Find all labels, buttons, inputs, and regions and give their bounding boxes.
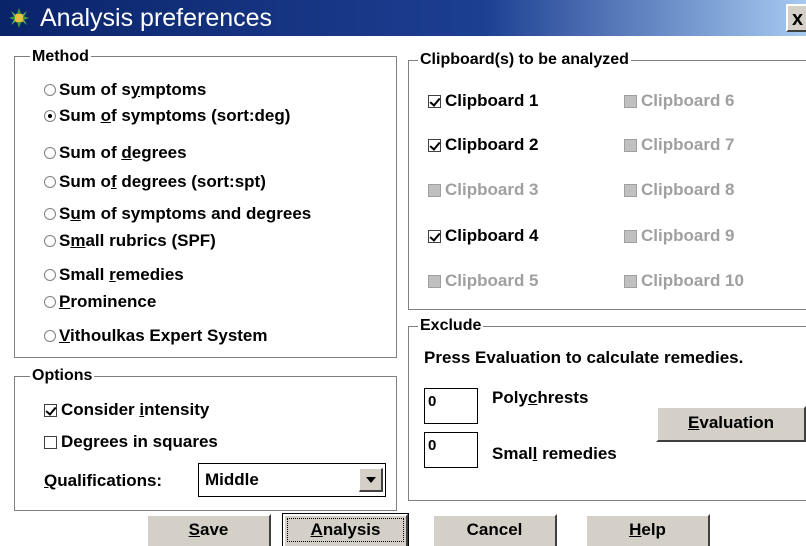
method-option-label: Sum of symptoms (sort:deg) — [59, 106, 291, 125]
method-option-label: Sum of degrees — [59, 143, 187, 162]
checkbox-box[interactable] — [624, 229, 637, 243]
clipboard-checkbox[interactable]: Clipboard 6 — [624, 91, 735, 111]
consider-intensity-checkbox[interactable]: Consider intensity — [44, 400, 209, 420]
qualifications-value: Middle — [205, 470, 259, 489]
method-option[interactable]: Prominence — [44, 292, 156, 312]
clipboard-label: Clipboard 9 — [641, 226, 735, 245]
clipboard-checkbox[interactable]: Clipboard 9 — [624, 226, 735, 246]
small-remedies-field[interactable]: 0 — [424, 432, 478, 468]
options-legend: Options — [30, 367, 95, 385]
consider-intensity-label: Consider intensity — [61, 400, 210, 419]
clipboards-legend: Clipboard(s) to be analyzed — [418, 51, 631, 69]
degrees-in-squares-checkbox[interactable]: Degrees in squares — [44, 432, 218, 452]
checkbox-box[interactable] — [624, 94, 637, 108]
clipboard-label: Clipboard 10 — [641, 271, 744, 290]
method-option-label: Sum of symptoms — [59, 80, 207, 99]
method-option[interactable]: Sum of symptoms (sort:deg) — [44, 106, 290, 126]
method-option[interactable]: Sum of symptoms — [44, 80, 206, 100]
clipboard-label: Clipboard 2 — [445, 135, 539, 154]
radio-button[interactable] — [44, 235, 56, 247]
clipboard-checkbox[interactable]: Clipboard 2 — [428, 135, 539, 155]
checkbox-box[interactable] — [428, 274, 441, 288]
clipboard-label: Clipboard 6 — [641, 91, 735, 110]
method-option[interactable]: Small rubrics (SPF) — [44, 231, 216, 251]
close-button[interactable]: x — [786, 4, 806, 32]
radio-button[interactable] — [44, 84, 56, 96]
radio-button[interactable] — [44, 330, 56, 342]
exclude-legend: Exclude — [418, 317, 484, 335]
radio-button[interactable] — [44, 176, 56, 188]
radio-button[interactable] — [44, 296, 56, 308]
method-option-label: Small rubrics (SPF) — [59, 231, 216, 250]
method-option-label: Sum of degrees (sort:spt) — [59, 172, 266, 191]
analysis-preferences-dialog: Analysis preferences x Method Sum of sym… — [0, 0, 806, 546]
save-button[interactable]: Save — [146, 514, 271, 546]
clipboard-checkbox[interactable]: Clipboard 3 — [428, 180, 539, 200]
checkbox-box[interactable] — [44, 403, 57, 417]
checkbox-box[interactable] — [428, 138, 441, 152]
qualifications-select[interactable]: Middle — [198, 463, 386, 497]
clipboard-label: Clipboard 3 — [445, 180, 539, 199]
radio-button[interactable] — [44, 208, 56, 220]
polychrests-field[interactable]: 0 — [424, 388, 478, 424]
app-icon — [9, 8, 29, 28]
method-option[interactable]: Small remedies — [44, 265, 184, 285]
method-option-label: Small remedies — [59, 265, 184, 284]
clipboard-checkbox[interactable]: Clipboard 10 — [624, 271, 744, 291]
clipboard-checkbox[interactable]: Clipboard 1 — [428, 91, 539, 111]
clipboard-checkbox[interactable]: Clipboard 7 — [624, 135, 735, 155]
checkbox-box[interactable] — [624, 183, 637, 197]
close-icon: x — [792, 8, 804, 30]
chevron-down-icon[interactable] — [359, 468, 383, 492]
qualifications-label: Qualifications: — [44, 471, 163, 490]
help-button[interactable]: Help — [585, 514, 710, 546]
polychrests-label: Polychrests — [492, 388, 589, 407]
exclude-instruction: Press Evaluation to calculate remedies. — [424, 348, 744, 367]
analysis-button[interactable]: Analysis — [282, 513, 409, 546]
clipboard-checkbox[interactable]: Clipboard 8 — [624, 180, 735, 200]
checkbox-box[interactable] — [44, 435, 57, 449]
method-option[interactable]: Sum of degrees — [44, 143, 187, 163]
checkbox-box[interactable] — [428, 183, 441, 197]
clipboard-label: Clipboard 5 — [445, 271, 539, 290]
method-option[interactable]: Sum of degrees (sort:spt) — [44, 172, 266, 192]
clipboard-checkbox[interactable]: Clipboard 4 — [428, 226, 539, 246]
method-option-label: Vithoulkas Expert System — [59, 326, 268, 345]
cancel-button[interactable]: Cancel — [432, 514, 557, 546]
small-remedies-label: Small remedies — [492, 444, 617, 463]
clipboard-checkbox[interactable]: Clipboard 5 — [428, 271, 539, 291]
evaluation-button[interactable]: Evaluation — [656, 406, 806, 442]
clipboard-label: Clipboard 7 — [641, 135, 735, 154]
method-option[interactable]: Vithoulkas Expert System — [44, 326, 268, 346]
method-option-label: Prominence — [59, 292, 157, 311]
checkbox-box[interactable] — [428, 229, 441, 243]
radio-button[interactable] — [44, 110, 56, 122]
window-title: Analysis preferences — [40, 4, 273, 32]
clipboard-label: Clipboard 4 — [445, 226, 539, 245]
method-legend: Method — [30, 48, 91, 66]
checkbox-box[interactable] — [624, 138, 637, 152]
checkbox-box[interactable] — [624, 274, 637, 288]
method-option-label: Sum of symptoms and degrees — [59, 204, 312, 223]
degrees-in-squares-label: Degrees in squares — [61, 432, 218, 451]
radio-button[interactable] — [44, 269, 56, 281]
clipboard-label: Clipboard 8 — [641, 180, 735, 199]
title-bar[interactable]: Analysis preferences x — [0, 0, 806, 36]
radio-button[interactable] — [44, 147, 56, 159]
clipboard-label: Clipboard 1 — [445, 91, 539, 110]
checkbox-box[interactable] — [428, 94, 441, 108]
method-option[interactable]: Sum of symptoms and degrees — [44, 204, 311, 224]
